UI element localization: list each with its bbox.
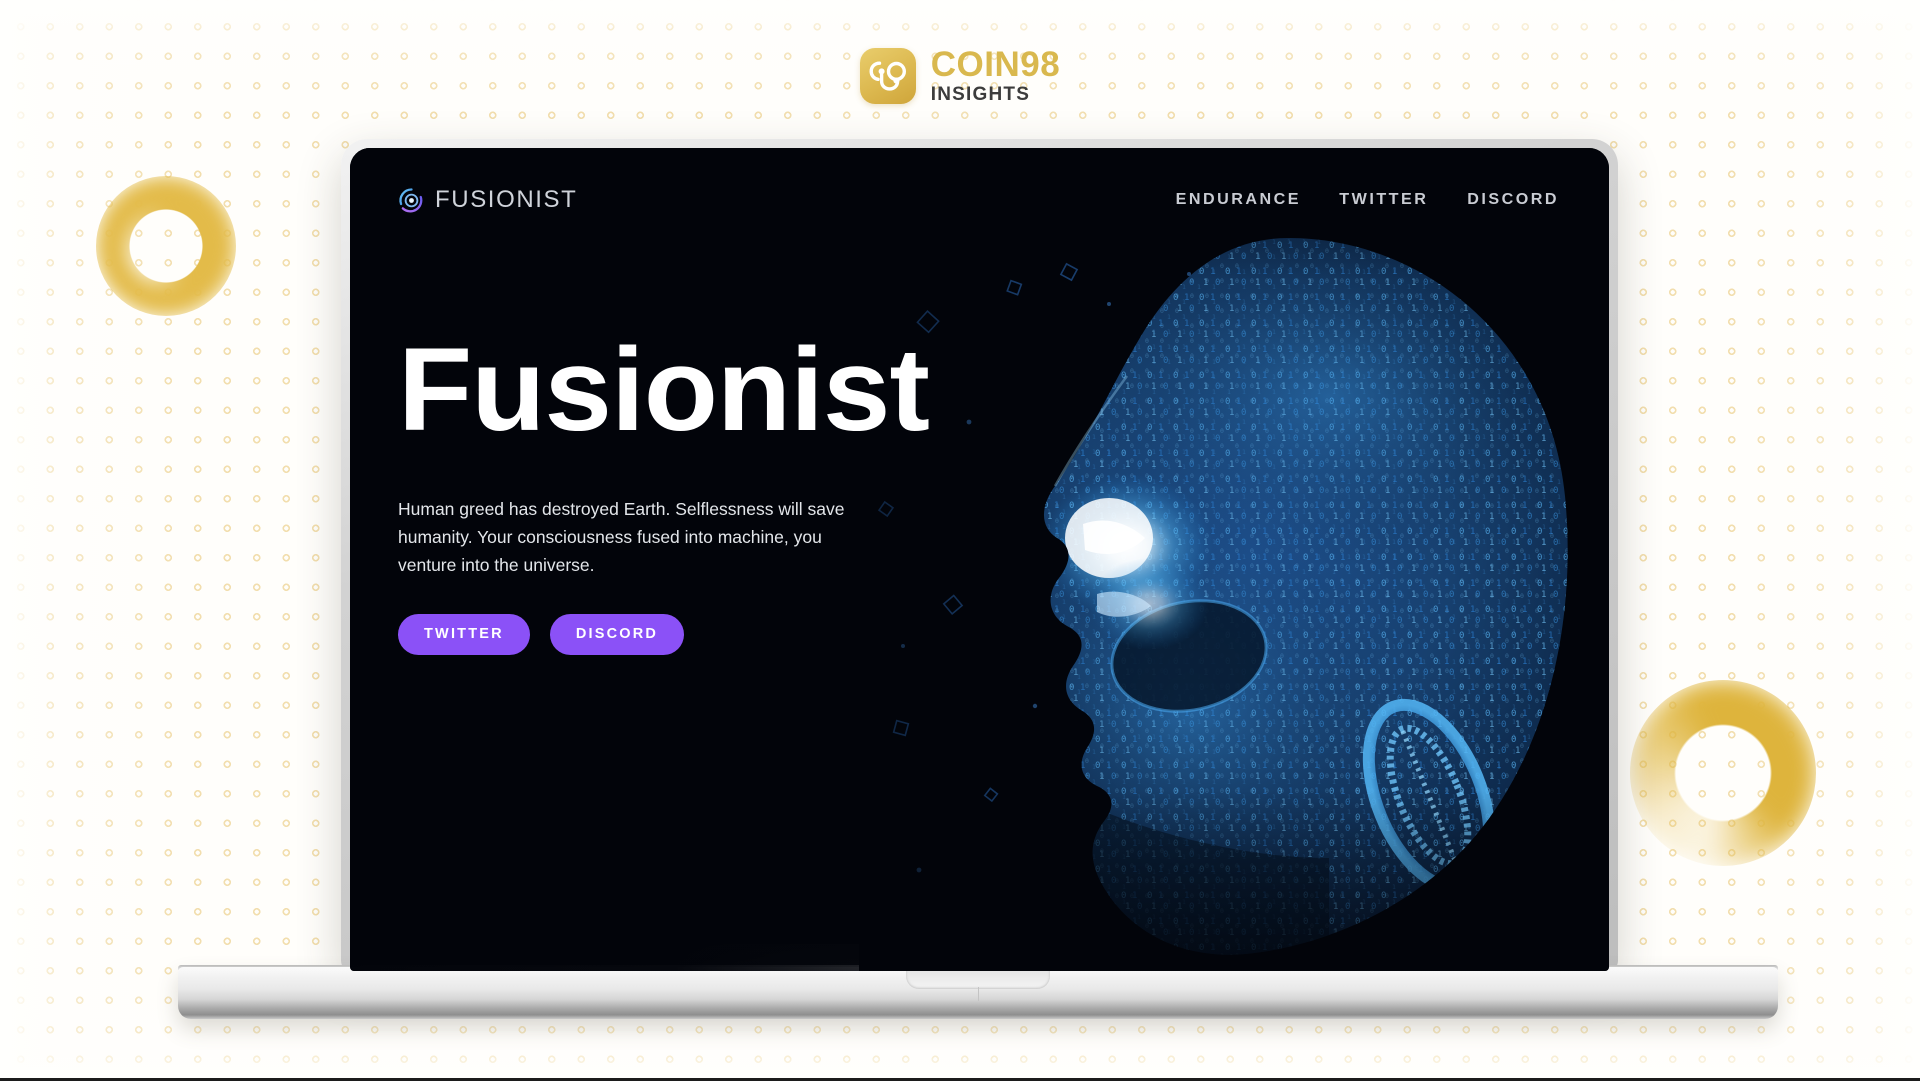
laptop-base: [178, 967, 1778, 1019]
site-logo[interactable]: FUSIONIST: [398, 186, 577, 214]
nav-link-endurance[interactable]: ENDURANCE: [1176, 191, 1301, 209]
hero-twitter-button[interactable]: TWITTER: [398, 613, 530, 655]
hero-section: Fusionist Human greed has destroyed Eart…: [398, 331, 930, 655]
fusionist-website: 0 1 1 0 0 1: [350, 148, 1609, 971]
brand-name: COIN98: [930, 45, 1061, 84]
nav-link-twitter[interactable]: TWITTER: [1339, 191, 1428, 209]
coin98-brand-text: COIN98 INSIGHTS: [931, 47, 1060, 104]
hero-actions: TWITTER DISCORD: [398, 613, 918, 655]
laptop-lid: 0 1 1 0 0 1: [341, 139, 1618, 971]
laptop-screen: 0 1 1 0 0 1: [350, 148, 1609, 971]
brand-subtitle: INSIGHTS: [930, 84, 1031, 105]
hero-paragraph: Human greed has destroyed Earth. Selfles…: [398, 498, 845, 576]
laptop-notch-seam: [978, 987, 979, 1001]
site-header: FUSIONIST ENDURANCE TWITTER DISCORD: [350, 148, 1609, 252]
particle-head-artwork: 0 1 1 0 0 1: [859, 186, 1609, 971]
coin98-brand-header: COIN98 INSIGHTS: [0, 47, 1920, 104]
nav-link-discord[interactable]: DISCORD: [1467, 191, 1559, 209]
page-root: COIN98 INSIGHTS FUSIONIST ENDURANCE TWIT…: [0, 0, 1920, 1081]
site-logo-text: FUSIONIST: [435, 186, 578, 213]
hero-title: Fusionist: [398, 324, 930, 456]
site-nav: ENDURANCE TWITTER DISCORD: [1176, 191, 1559, 209]
coin98-logo-icon: [859, 47, 916, 104]
hero-discord-button[interactable]: DISCORD: [549, 613, 685, 655]
fusionist-orbit-icon: [398, 187, 425, 214]
laptop-mockup: 0 1 1 0 0 1: [0, 0, 1920, 1081]
